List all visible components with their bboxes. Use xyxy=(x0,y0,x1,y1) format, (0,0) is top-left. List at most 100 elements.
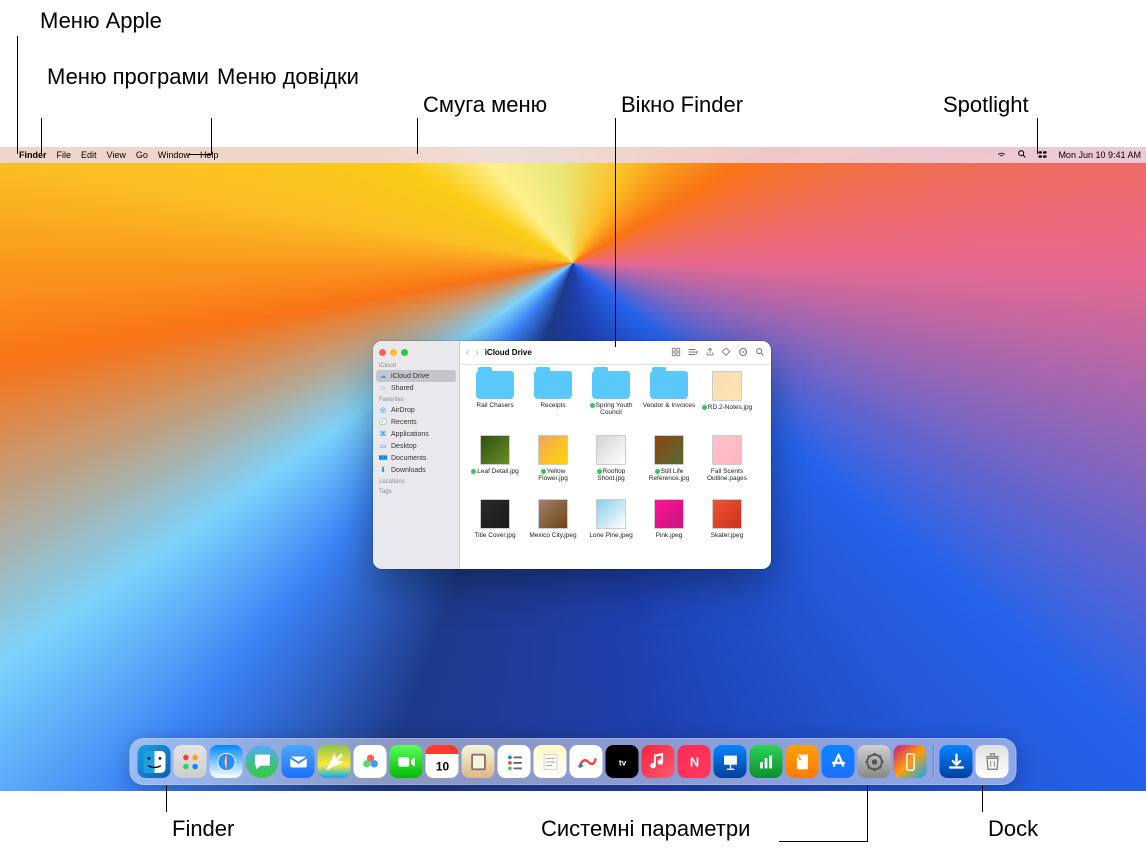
file-item[interactable]: Skater.jpeg xyxy=(700,499,754,561)
share-button[interactable] xyxy=(705,347,715,359)
desktop: Finder File Edit View Go Window Help Mon… xyxy=(0,147,1146,791)
group-button[interactable] xyxy=(687,347,699,359)
dock-app-news[interactable]: N xyxy=(678,745,711,778)
forward-button[interactable]: › xyxy=(475,347,478,358)
dock-app-contacts[interactable] xyxy=(462,745,495,778)
dock-app-iphone-mirroring[interactable] xyxy=(894,745,927,778)
sidebar-item-label: AirDrop xyxy=(391,407,415,414)
minimize-button[interactable] xyxy=(390,349,397,356)
folder-icon xyxy=(476,371,514,399)
callout-spotlight: Spotlight xyxy=(943,92,1029,118)
callout-system-settings: Системні параметри xyxy=(541,816,750,842)
menu-file[interactable]: File xyxy=(52,150,77,160)
menu-go[interactable]: Go xyxy=(131,150,153,160)
image-thumbnail xyxy=(538,499,568,529)
menu-edit[interactable]: Edit xyxy=(76,150,102,160)
control-center-icon[interactable] xyxy=(1032,149,1053,162)
close-button[interactable] xyxy=(379,349,386,356)
folder-icon xyxy=(592,371,630,399)
dock-app-messages[interactable] xyxy=(246,745,279,778)
sidebar-item-applications[interactable]: ⌘Applications xyxy=(373,428,459,440)
file-label: Title Cover.jpg xyxy=(474,532,515,539)
menu-app-finder[interactable]: Finder xyxy=(14,150,52,160)
view-icons-button[interactable] xyxy=(671,347,681,359)
spotlight-icon[interactable] xyxy=(1012,149,1032,161)
file-label: Mexico City.jpeg xyxy=(529,532,576,539)
dock-app-music[interactable] xyxy=(642,745,675,778)
dock-app-tv[interactable]: tv xyxy=(606,745,639,778)
file-label: RD.2-Notes.jpg xyxy=(702,404,752,411)
maximize-button[interactable] xyxy=(401,349,408,356)
callout-finder-window: Вікно Finder xyxy=(621,92,743,118)
file-item[interactable]: Still Life Reference.jpg xyxy=(642,435,696,497)
sidebar-item-icloud-drive[interactable]: ☁︎iCloud Drive xyxy=(376,370,456,382)
dock-app-pages[interactable] xyxy=(786,745,819,778)
svg-text:10: 10 xyxy=(435,759,449,773)
dock-app-keynote[interactable] xyxy=(714,745,747,778)
dock-app-app-store[interactable] xyxy=(822,745,855,778)
sync-status-icon xyxy=(702,405,707,410)
dock-app-downloads[interactable] xyxy=(940,745,973,778)
dock-app-calendar[interactable]: 10 xyxy=(426,745,459,778)
download-icon: ⬇ xyxy=(379,466,387,474)
file-item[interactable]: RD.2-Notes.jpg xyxy=(700,371,754,433)
file-item[interactable]: Receipts xyxy=(526,371,580,433)
dock-app-finder[interactable] xyxy=(138,745,171,778)
sidebar-item-airdrop[interactable]: ◎AirDrop xyxy=(373,404,459,416)
action-button[interactable] xyxy=(737,347,749,359)
callout-finder: Finder xyxy=(172,816,234,842)
search-button[interactable] xyxy=(755,347,765,359)
image-thumbnail xyxy=(654,499,684,529)
file-item[interactable]: Mexico City.jpeg xyxy=(526,499,580,561)
sync-status-icon xyxy=(471,469,476,474)
sidebar-item-documents[interactable]: 🀰Documents xyxy=(373,452,459,464)
menubar-datetime[interactable]: Mon Jun 10 9:41 AM xyxy=(1053,150,1146,160)
dock-app-facetime[interactable] xyxy=(390,745,423,778)
apps-icon: ⌘ xyxy=(379,430,387,438)
file-item[interactable]: Vendor & Invoices xyxy=(642,371,696,433)
dock-app-reminders[interactable] xyxy=(498,745,531,778)
dock-app-trash[interactable] xyxy=(976,745,1009,778)
file-item[interactable]: Leaf Detail.jpg xyxy=(468,435,522,497)
finder-sidebar: iCloud☁︎iCloud Drive⌂SharedFavorites◎Air… xyxy=(373,341,460,569)
file-label: Fall Scents Outline.pages xyxy=(700,468,754,483)
finder-window: iCloud☁︎iCloud Drive⌂SharedFavorites◎Air… xyxy=(373,341,771,569)
file-label: Pink.jpeg xyxy=(656,532,683,539)
file-item[interactable]: Spring Youth Council xyxy=(584,371,638,433)
file-item[interactable]: Yellow Flower.jpg xyxy=(526,435,580,497)
file-item[interactable]: Lone Pine.jpeg xyxy=(584,499,638,561)
image-thumbnail xyxy=(712,499,742,529)
file-item[interactable]: Rooftop Shoot.jpg xyxy=(584,435,638,497)
back-button[interactable]: ‹ xyxy=(466,347,469,358)
image-thumbnail xyxy=(712,435,742,465)
dock-app-system-settings[interactable] xyxy=(858,745,891,778)
dock-app-mail[interactable] xyxy=(282,745,315,778)
dock-app-safari[interactable] xyxy=(210,745,243,778)
sidebar-item-label: Desktop xyxy=(391,443,417,450)
desktop-icon: ▭ xyxy=(379,442,387,450)
menu-window[interactable]: Window xyxy=(153,150,195,160)
sidebar-item-recents[interactable]: 🕘Recents xyxy=(373,416,459,428)
file-item[interactable]: Pink.jpeg xyxy=(642,499,696,561)
file-item[interactable]: Fall Scents Outline.pages xyxy=(700,435,754,497)
dock-app-photos[interactable] xyxy=(354,745,387,778)
dock-app-numbers[interactable] xyxy=(750,745,783,778)
finder-title: iCloud Drive xyxy=(485,348,532,357)
sidebar-item-shared[interactable]: ⌂Shared xyxy=(373,382,459,394)
menu-view[interactable]: View xyxy=(102,150,131,160)
wifi-icon[interactable] xyxy=(991,149,1012,162)
dock-app-maps[interactable] xyxy=(318,745,351,778)
sidebar-item-desktop[interactable]: ▭ Desktop xyxy=(373,440,459,452)
folder-icon xyxy=(534,371,572,399)
file-item[interactable]: Title Cover.jpg xyxy=(468,499,522,561)
image-thumbnail xyxy=(480,499,510,529)
dock-app-notes[interactable] xyxy=(534,745,567,778)
file-item[interactable]: Rail Chasers xyxy=(468,371,522,433)
tag-button[interactable] xyxy=(721,347,731,359)
sidebar-item-label: Shared xyxy=(391,385,414,392)
menu-help[interactable]: Help xyxy=(195,150,224,160)
sidebar-item-downloads[interactable]: ⬇Downloads xyxy=(373,464,459,476)
dock-app-launchpad[interactable] xyxy=(174,745,207,778)
dock-app-freeform[interactable] xyxy=(570,745,603,778)
svg-text:tv: tv xyxy=(618,758,626,767)
